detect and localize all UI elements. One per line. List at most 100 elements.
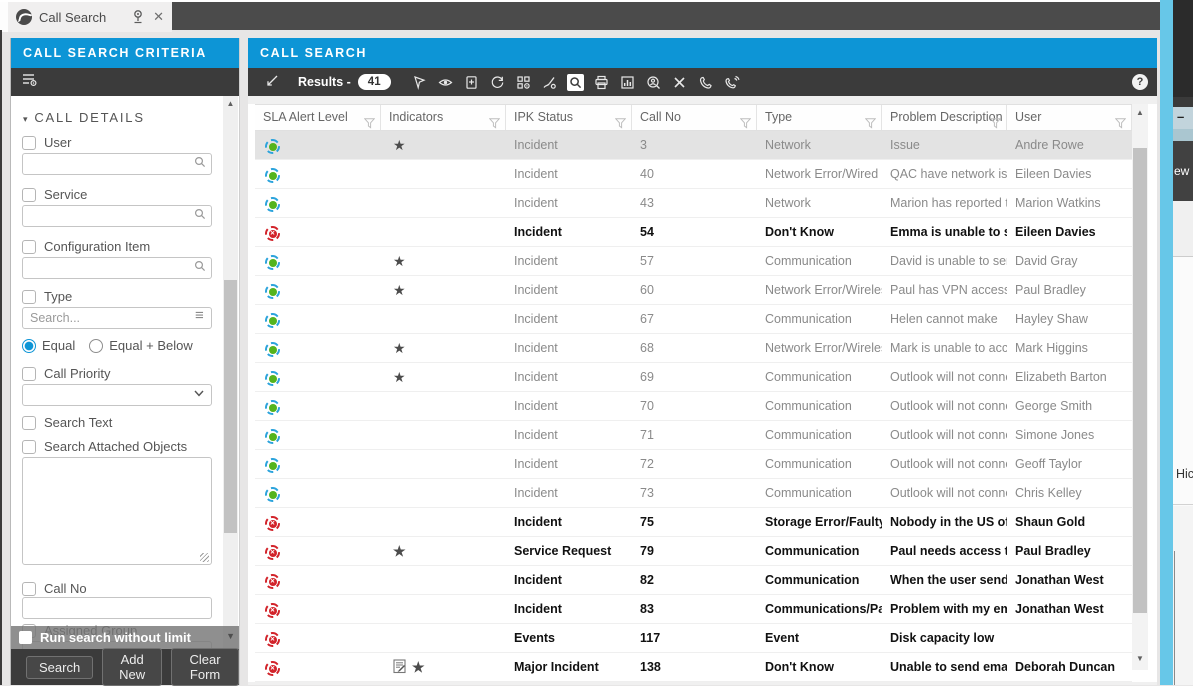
background-minimize-button[interactable]: – [1173, 107, 1193, 129]
cell-indicators: ★ [381, 276, 506, 305]
table-row-call-43[interactable]: Incident43NetworkMarion has reported tha… [255, 189, 1132, 218]
sla-core [269, 346, 277, 354]
share-contact-icon[interactable] [645, 74, 662, 91]
table-top-gap [248, 96, 1157, 104]
service-checkbox[interactable] [22, 188, 36, 202]
cell-user: Deborah Duncan [1007, 653, 1132, 682]
table-row-call-138[interactable]: ✕★Major Incident138Don't KnowUnable to s… [255, 653, 1132, 682]
sidebar-scroll-up-icon[interactable]: ▲ [223, 99, 238, 108]
table-scroll-up-icon[interactable]: ▲ [1132, 108, 1148, 117]
tab-call-search[interactable]: Call Search ✕ [8, 2, 172, 32]
table-scroll-down-icon[interactable]: ▼ [1132, 654, 1148, 663]
table-row-call-82[interactable]: ✕Incident82CommunicationWhen the user se… [255, 566, 1132, 595]
table-row-call-69[interactable]: ★Incident69CommunicationOutlook will not… [255, 363, 1132, 392]
table-row-call-40[interactable]: Incident40Network Error/WiredQAC have ne… [255, 160, 1132, 189]
table-row-call-79[interactable]: ✕★Service Request79CommunicationPaul nee… [255, 537, 1132, 566]
table-row-call-75[interactable]: ✕Incident75Storage Error/FaultyNobody in… [255, 508, 1132, 537]
add-note-icon[interactable] [463, 74, 480, 91]
user-input[interactable] [22, 153, 212, 175]
dashboard-settings-icon[interactable] [515, 74, 532, 91]
table-row-call-57[interactable]: ★Incident57CommunicationDavid is unable … [255, 247, 1132, 276]
type-search-input[interactable] [22, 307, 212, 329]
call-no-label: Call No [44, 581, 87, 596]
cell-problem-description: Nobody in the US office [882, 508, 1007, 537]
column-header-user[interactable]: User [1007, 105, 1132, 130]
sla-core [269, 375, 277, 383]
cell-ipk-status: Incident [506, 479, 632, 508]
cell-problem-description: Outlook will not connect [882, 479, 1007, 508]
column-header-problem-description[interactable]: Problem Description [882, 105, 1007, 130]
table-row-call-73[interactable]: Incident73CommunicationOutlook will not … [255, 479, 1132, 508]
call-priority-checkbox[interactable] [22, 367, 36, 381]
refresh-icon[interactable] [489, 74, 506, 91]
service-input[interactable] [22, 205, 212, 227]
service-label: Service [44, 187, 87, 202]
sign-pen-icon[interactable] [541, 74, 558, 91]
call-forward-icon[interactable] [723, 74, 740, 91]
equal-radio[interactable] [22, 339, 36, 353]
close-icon[interactable] [671, 74, 688, 91]
search-button[interactable]: Search [26, 656, 93, 679]
column-header-call-no[interactable]: Call No [632, 105, 757, 130]
background-window-border [1160, 0, 1173, 685]
collapse-panel-icon[interactable] [263, 74, 280, 91]
type-checkbox[interactable] [22, 290, 36, 304]
equal-below-radio[interactable] [89, 339, 103, 353]
filter-settings-icon[interactable] [22, 72, 38, 92]
cell-call-no: 67 [632, 305, 757, 334]
column-header-type[interactable]: Type [757, 105, 882, 130]
configuration-item-checkbox[interactable] [22, 240, 36, 254]
configuration-item-input[interactable] [22, 257, 212, 279]
help-icon[interactable]: ? [1132, 74, 1148, 90]
table-row-call-71[interactable]: Incident71CommunicationOutlook will not … [255, 421, 1132, 450]
search-icon[interactable] [567, 74, 584, 91]
cell-type: Communication [757, 392, 882, 421]
cell-sla-alert-level [255, 189, 381, 218]
sla-green-icon [265, 284, 280, 299]
call-no-input[interactable] [22, 597, 212, 619]
clear-form-button[interactable]: Clear Form [171, 648, 239, 686]
table-row-call-60[interactable]: ★Incident60Network Error/WirelessPaul ha… [255, 276, 1132, 305]
column-header-indicators[interactable]: Indicators [381, 105, 506, 130]
sidebar-scroll-down-icon[interactable]: ▼ [226, 631, 235, 641]
tab-close-icon[interactable]: ✕ [151, 9, 164, 25]
cell-call-no: 83 [632, 595, 757, 624]
table-row-call-3[interactable]: ★Incident3NetworkIssueAndre Rowe [255, 131, 1132, 160]
search-text-checkbox[interactable] [22, 416, 36, 430]
select-pointer-icon[interactable] [411, 74, 428, 91]
table-row-call-68[interactable]: ★Incident68Network Error/WirelessMark is… [255, 334, 1132, 363]
column-header-label: Indicators [389, 110, 443, 124]
call-no-checkbox[interactable] [22, 582, 36, 596]
pin-icon[interactable] [132, 9, 144, 25]
add-new-button[interactable]: Add New [102, 648, 162, 686]
cell-ipk-status: Incident [506, 189, 632, 218]
call-icon[interactable] [697, 74, 714, 91]
cell-indicators [381, 566, 506, 595]
table-row-call-83[interactable]: ✕Incident83Communications/Pager *Problem… [255, 595, 1132, 624]
table-row-call-70[interactable]: Incident70CommunicationOutlook will not … [255, 392, 1132, 421]
table-row-call-67[interactable]: Incident67CommunicationHelen cannot make… [255, 305, 1132, 334]
table-row-call-54[interactable]: ✕Incident54Don't KnowEmma is unable to s… [255, 218, 1132, 247]
cell-indicators: ★ [381, 653, 506, 682]
print-icon[interactable] [593, 74, 610, 91]
call-priority-label: Call Priority [44, 366, 110, 381]
column-header-sla-alert-level[interactable]: SLA Alert Level [255, 105, 381, 130]
section-call-details[interactable]: ▾CALL DETAILS [23, 110, 145, 125]
eye-icon[interactable] [437, 74, 454, 91]
column-header-ipk-status[interactable]: IPK Status [506, 105, 632, 130]
cell-problem-description: Disk capacity low [882, 624, 1007, 653]
resize-grip-icon[interactable] [200, 553, 209, 562]
run-search-without-limit-checkbox[interactable] [19, 631, 32, 644]
sidebar-scroll-thumb[interactable] [224, 280, 237, 533]
call-priority-select[interactable] [22, 384, 212, 406]
search-attached-objects-checkbox[interactable] [22, 440, 36, 454]
cell-ipk-status: Incident [506, 131, 632, 160]
report-chart-icon[interactable] [619, 74, 636, 91]
table-row-call-117[interactable]: ✕Events117EventDisk capacity low [255, 624, 1132, 653]
user-checkbox[interactable] [22, 136, 36, 150]
search-attached-objects-textarea[interactable] [22, 457, 212, 565]
table-row-call-72[interactable]: Incident72CommunicationOutlook will not … [255, 450, 1132, 479]
column-header-label: Call No [640, 110, 681, 124]
table-scroll-thumb[interactable] [1133, 148, 1147, 613]
cell-problem-description: Outlook will not connect [882, 421, 1007, 450]
